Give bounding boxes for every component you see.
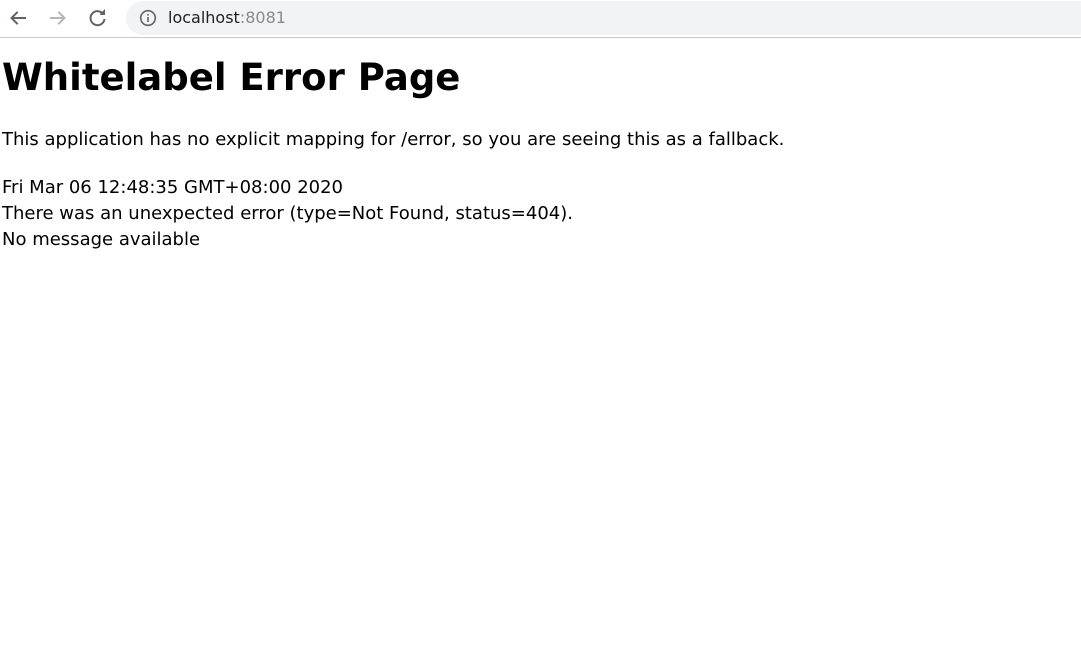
url-text[interactable]: localhost:8081	[168, 8, 286, 28]
url-host: localhost	[168, 8, 240, 27]
forward-arrow-icon	[50, 11, 66, 25]
page-title: Whitelabel Error Page	[2, 56, 461, 99]
error-timestamp: Fri Mar 06 12:48:35 GMT+08:00 2020	[2, 177, 343, 198]
fallback-message: This application has no explicit mapping…	[2, 129, 785, 150]
info-circle-icon[interactable]	[139, 9, 157, 27]
error-details: Fri Mar 06 12:48:35 GMT+08:00 2020 There…	[2, 175, 1072, 253]
error-type-status: There was an unexpected error (type=Not …	[2, 203, 573, 224]
address-bar[interactable]: localhost:8081	[126, 1, 1081, 35]
error-message: No message available	[2, 229, 201, 250]
page-content: Whitelabel Error Page This application h…	[2, 40, 1072, 253]
back-arrow-icon	[10, 11, 26, 25]
back-button[interactable]	[6, 6, 30, 30]
url-port: :8081	[239, 8, 286, 27]
browser-toolbar: localhost:8081	[0, 0, 1081, 38]
reload-icon	[89, 9, 106, 27]
forward-button[interactable]	[46, 6, 70, 30]
reload-button[interactable]	[86, 6, 110, 30]
